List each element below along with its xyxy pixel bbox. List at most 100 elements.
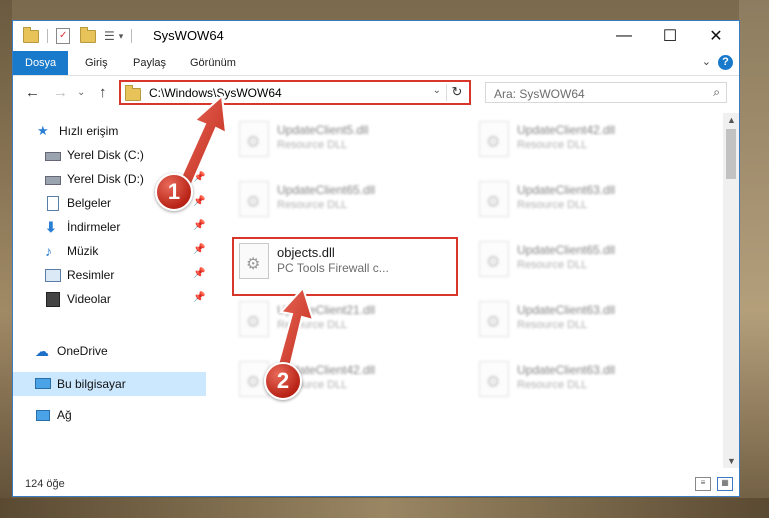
file-name: UpdateClient63.dll bbox=[517, 303, 616, 317]
sidebar-item-disk-d[interactable]: Yerel Disk (D:) bbox=[45, 168, 144, 190]
qa-dropdown-icon[interactable]: ▾ bbox=[119, 31, 124, 42]
sidebar-item-label: Videolar bbox=[67, 292, 111, 306]
sidebar-item-downloads[interactable]: ⬇ İndirmeler bbox=[45, 216, 120, 238]
file-item[interactable]: UpdateClient42.dll Resource DLL bbox=[469, 115, 699, 161]
dll-file-icon bbox=[479, 301, 509, 337]
search-icon[interactable]: ⌕ bbox=[713, 85, 720, 100]
separator bbox=[131, 29, 133, 43]
file-item[interactable]: UpdateClient5.dll Resource DLL bbox=[229, 115, 459, 161]
documents-icon bbox=[45, 196, 61, 211]
sidebar-item-network[interactable]: Ağ bbox=[35, 404, 72, 426]
music-icon: ♪ bbox=[45, 243, 52, 259]
dll-file-icon bbox=[479, 181, 509, 217]
details-view-icon[interactable]: ≡ bbox=[695, 477, 711, 491]
properties-icon[interactable]: ✓ bbox=[56, 28, 70, 44]
folder-icon[interactable] bbox=[23, 26, 39, 43]
sidebar-item-videos[interactable]: Videolar bbox=[45, 288, 111, 310]
navigation-pane: ★ Hızlı erişim Yerel Disk (C:) 📌 Yerel D… bbox=[13, 113, 206, 468]
sidebar-item-label: Müzik bbox=[67, 244, 99, 258]
pin-icon[interactable]: 📌 bbox=[193, 268, 205, 279]
desktop-right bbox=[739, 0, 769, 518]
sidebar-item-label: Ağ bbox=[57, 408, 72, 422]
pin-icon[interactable]: 📌 bbox=[193, 172, 205, 183]
sidebar-item-quick-access[interactable]: ★ Hızlı erişim bbox=[37, 120, 118, 142]
drive-icon bbox=[45, 148, 61, 162]
file-description: Resource DLL bbox=[277, 319, 348, 331]
file-item[interactable]: UpdateClient21.dll Resource DLL bbox=[229, 295, 459, 341]
sidebar-item-this-pc[interactable]: Bu bilgisayar bbox=[35, 373, 126, 395]
callout-1: 1 bbox=[155, 173, 193, 211]
tab-paylas[interactable]: Paylaş bbox=[133, 51, 166, 75]
dll-file-icon bbox=[479, 361, 509, 397]
pin-icon[interactable]: 📌 bbox=[193, 196, 205, 207]
file-item[interactable]: UpdateClient63.dll Resource DLL bbox=[469, 295, 699, 341]
dll-file-icon bbox=[479, 241, 509, 277]
file-item[interactable]: UpdateClient63.dll Resource DLL bbox=[469, 175, 699, 221]
cloud-icon: ☁ bbox=[35, 343, 49, 359]
large-icons-view-icon[interactable]: ▦ bbox=[717, 477, 733, 491]
status-bar: 124 öğe ≡ ▦ bbox=[13, 472, 739, 496]
sidebar-item-onedrive[interactable]: ☁ OneDrive bbox=[35, 340, 108, 362]
sidebar-item-pictures[interactable]: Resimler bbox=[45, 264, 114, 286]
folder-icon bbox=[125, 84, 141, 101]
pin-icon[interactable]: 📌 bbox=[193, 292, 205, 303]
file-name: UpdateClient65.dll bbox=[517, 243, 616, 257]
address-dropdown-icon[interactable]: ⌄ bbox=[433, 85, 441, 96]
search-box[interactable]: ⌕ bbox=[485, 82, 727, 103]
navigation-bar: ← → ⌄ ↑ C:\Windows\SysWOW64 ⌄ ↻ ⌕ bbox=[13, 76, 739, 112]
drive-icon bbox=[45, 172, 61, 186]
file-item[interactable]: UpdateClient65.dll Resource DLL bbox=[229, 175, 459, 221]
search-input[interactable] bbox=[492, 85, 696, 102]
scroll-up-icon[interactable]: ▲ bbox=[727, 115, 736, 125]
close-button[interactable]: ✕ bbox=[693, 21, 739, 51]
minimize-button[interactable]: — bbox=[601, 21, 647, 51]
tab-gorunum[interactable]: Görünüm bbox=[190, 51, 236, 75]
file-name: UpdateClient65.dll bbox=[277, 183, 376, 197]
help-icon[interactable]: ? bbox=[718, 55, 733, 70]
pin-icon[interactable]: 📌 bbox=[193, 148, 205, 159]
file-description: Resource DLL bbox=[517, 319, 588, 331]
sidebar-item-label: Hızlı erişim bbox=[59, 124, 119, 138]
file-item[interactable]: UpdateClient63.dll Resource DLL bbox=[469, 355, 699, 401]
dll-file-icon bbox=[239, 181, 269, 217]
address-bar[interactable]: C:\Windows\SysWOW64 ⌄ ↻ bbox=[119, 80, 471, 105]
desktop-left bbox=[0, 0, 12, 518]
address-path[interactable]: C:\Windows\SysWOW64 bbox=[149, 86, 282, 100]
vertical-scrollbar[interactable]: ▲ ▼ bbox=[723, 113, 739, 468]
pin-icon[interactable]: 📌 bbox=[193, 220, 205, 231]
sidebar-item-label: Belgeler bbox=[67, 196, 112, 210]
maximize-button[interactable]: ☐ bbox=[647, 21, 693, 51]
ribbon-expand-icon[interactable]: ⌄ bbox=[702, 55, 711, 68]
scroll-thumb[interactable] bbox=[726, 129, 736, 179]
pin-icon[interactable]: 📌 bbox=[193, 244, 205, 255]
file-name: UpdateClient63.dll bbox=[517, 183, 616, 197]
forward-button[interactable]: → bbox=[53, 84, 68, 101]
sidebar-item-label: Resimler bbox=[67, 268, 115, 282]
computer-icon bbox=[35, 377, 51, 391]
back-button[interactable]: ← bbox=[25, 84, 40, 101]
window-title: SysWOW64 bbox=[153, 28, 224, 43]
sidebar-item-disk-c[interactable]: Yerel Disk (C:) bbox=[45, 144, 144, 166]
dll-file-icon bbox=[479, 121, 509, 157]
refresh-button[interactable]: ↻ bbox=[446, 84, 467, 101]
item-count: 124 öğe bbox=[25, 478, 65, 490]
new-folder-icon[interactable] bbox=[80, 26, 96, 43]
file-item[interactable]: UpdateClient65.dll Resource DLL bbox=[469, 235, 699, 281]
sidebar-item-label: Bu bilgisayar bbox=[57, 377, 126, 391]
view-icon[interactable]: ☰ bbox=[104, 29, 115, 43]
tab-giris[interactable]: Giriş bbox=[85, 51, 108, 75]
file-name: UpdateClient42.dll bbox=[517, 123, 616, 137]
file-description: Resource DLL bbox=[517, 199, 588, 211]
file-highlight-box bbox=[232, 237, 458, 296]
tab-dosya[interactable]: Dosya bbox=[13, 51, 69, 75]
pictures-icon bbox=[45, 268, 61, 282]
up-button[interactable]: ↑ bbox=[99, 84, 107, 101]
sidebar-item-music[interactable]: ♪ Müzik bbox=[45, 240, 98, 262]
dll-file-icon bbox=[239, 121, 269, 157]
network-icon bbox=[35, 408, 51, 422]
sidebar-item-documents[interactable]: Belgeler bbox=[45, 192, 111, 214]
recent-dropdown-icon[interactable]: ⌄ bbox=[77, 87, 85, 98]
file-name: UpdateClient5.dll bbox=[277, 123, 369, 137]
title-bar: ✓ ☰ ▾ SysWOW64 — ☐ ✕ bbox=[13, 21, 739, 51]
scroll-down-icon[interactable]: ▼ bbox=[727, 456, 736, 466]
